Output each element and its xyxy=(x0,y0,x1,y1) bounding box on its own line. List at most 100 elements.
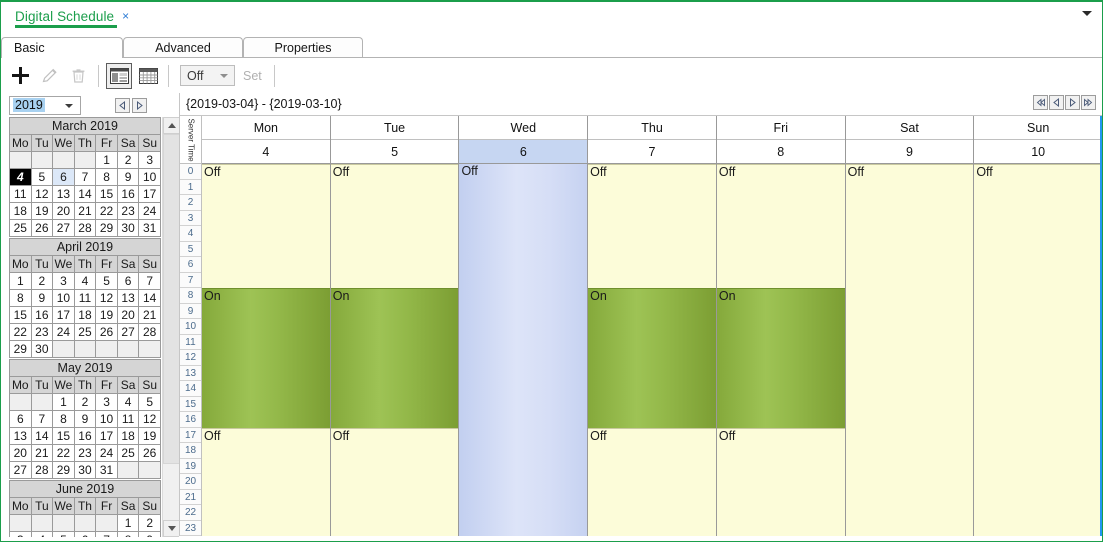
calendar-day-cell[interactable]: 15 xyxy=(9,306,32,324)
calendar-day-cell[interactable]: 2 xyxy=(138,514,161,532)
edit-button[interactable] xyxy=(36,63,62,89)
calendar-day-cell[interactable]: 5 xyxy=(30,168,54,186)
calendar-day-cell[interactable]: 10 xyxy=(95,410,118,428)
day-column-wed[interactable]: Wed 6 Off xyxy=(459,116,589,536)
calendar-day-cell[interactable]: 3 xyxy=(9,531,32,537)
calendar-day-cell[interactable]: 9 xyxy=(138,531,161,537)
calendar-day-cell[interactable]: 13 xyxy=(9,427,32,445)
calendar-day-cell[interactable]: 22 xyxy=(52,444,75,462)
calendar-day-cell[interactable]: 4 xyxy=(73,272,97,290)
calendar-day-cell[interactable]: 3 xyxy=(95,393,118,411)
first-page-button[interactable] xyxy=(1033,95,1048,110)
calendar-day-cell[interactable]: 12 xyxy=(95,289,118,307)
calendar-day-cell[interactable]: 2 xyxy=(30,272,54,290)
calendar-day-cell[interactable]: 23 xyxy=(30,323,54,341)
calendar-day-cell[interactable]: 21 xyxy=(30,444,54,462)
calendar-day-cell[interactable]: 10 xyxy=(52,289,75,307)
schedule-segment-off[interactable]: Off xyxy=(588,164,716,288)
calendar-day-cell[interactable]: 11 xyxy=(73,289,97,307)
tab-advanced[interactable]: Advanced xyxy=(123,37,243,58)
set-button[interactable]: Set xyxy=(238,65,267,86)
schedule-segment-on[interactable]: On xyxy=(588,288,716,428)
calendar-day-cell[interactable]: 30 xyxy=(30,340,54,358)
day-date-header[interactable]: 6 xyxy=(459,140,588,164)
calendar-day-cell[interactable]: 1 xyxy=(9,272,32,290)
day-date-header[interactable]: 7 xyxy=(588,140,716,164)
day-date-header[interactable]: 8 xyxy=(716,140,845,164)
calendar-day-cell[interactable]: 2 xyxy=(116,151,140,169)
calendar-day-cell[interactable]: 19 xyxy=(138,427,161,445)
calendar-day-cell[interactable]: 12 xyxy=(138,410,161,428)
calendar-day-cell[interactable]: 22 xyxy=(95,202,118,220)
calendar-day-cell[interactable]: 6 xyxy=(73,531,97,537)
calendar-day-cell[interactable]: 16 xyxy=(116,185,140,203)
calendar-day-cell[interactable]: 30 xyxy=(73,461,97,479)
calendar-day-cell[interactable]: 27 xyxy=(9,461,32,479)
calendar-day-cell[interactable]: 13 xyxy=(52,185,75,203)
schedule-segment-on[interactable]: On xyxy=(202,288,330,428)
calendar-day-cell[interactable]: 4 xyxy=(30,531,54,537)
day-date-header[interactable]: 4 xyxy=(202,140,330,164)
calendar-day-cell[interactable]: 26 xyxy=(30,219,54,237)
calendar-day-cell[interactable]: 10 xyxy=(138,168,161,186)
calendar-day-cell[interactable]: 28 xyxy=(30,461,54,479)
day-column-tue[interactable]: Tue 5 Off On Off xyxy=(330,116,460,536)
calendar-day-cell[interactable]: 24 xyxy=(95,444,118,462)
calendar-day-cell[interactable]: 31 xyxy=(138,219,161,237)
schedule-segment-off[interactable]: Off xyxy=(845,164,974,536)
day-column-thu[interactable]: Thu 7 Off On Off xyxy=(588,116,717,536)
day-date-header[interactable]: 10 xyxy=(974,140,1102,164)
last-page-button[interactable] xyxy=(1081,95,1096,110)
calendar-day-cell[interactable]: 24 xyxy=(138,202,161,220)
schedule-segment-off[interactable]: Off xyxy=(588,427,716,536)
day-column-sun[interactable]: Sun 10 Off xyxy=(974,116,1102,536)
calendar-day-cell[interactable]: 3 xyxy=(52,272,75,290)
add-button[interactable] xyxy=(7,63,33,89)
calendar-day-cell[interactable]: 20 xyxy=(9,444,32,462)
schedule-segment-off[interactable]: Off xyxy=(202,164,330,288)
calendar-day-cell[interactable]: 27 xyxy=(52,219,75,237)
day-column-sat[interactable]: Sat 9 Off xyxy=(845,116,975,536)
calendar-scrollbar[interactable] xyxy=(162,117,179,537)
schedule-segment-on[interactable]: On xyxy=(716,288,845,428)
calendar-day-cell[interactable]: 28 xyxy=(73,219,97,237)
calendar-day-cell[interactable]: 6 xyxy=(52,168,75,186)
tab-properties[interactable]: Properties xyxy=(243,37,363,58)
calendar-day-cell[interactable]: 29 xyxy=(95,219,118,237)
schedule-segment-off[interactable]: Off xyxy=(716,427,845,536)
calendar-day-cell[interactable]: 14 xyxy=(138,289,161,307)
calendar-day-cell[interactable]: 18 xyxy=(73,306,97,324)
calendar-day-cell[interactable]: 12 xyxy=(30,185,54,203)
calendar-day-cell[interactable]: 27 xyxy=(116,323,140,341)
schedule-segment-off[interactable]: Off xyxy=(330,164,459,288)
document-tab-digital-schedule[interactable]: Digital Schedule × xyxy=(11,4,133,28)
calendar-day-cell[interactable]: 1 xyxy=(52,393,75,411)
calendar-day-cell[interactable]: 8 xyxy=(95,168,118,186)
calendar-day-cell[interactable]: 29 xyxy=(9,340,32,358)
calendar-day-cell[interactable]: 7 xyxy=(73,168,97,186)
calendar-day-cell[interactable]: 25 xyxy=(116,444,140,462)
view-detail-button[interactable] xyxy=(106,62,132,89)
calendar-day-cell[interactable]: 19 xyxy=(95,306,118,324)
calendar-day-cell[interactable]: 7 xyxy=(95,531,118,537)
prev-year-button[interactable] xyxy=(115,97,130,113)
calendar-day-cell[interactable]: 15 xyxy=(52,427,75,445)
calendar-day-cell[interactable]: 11 xyxy=(116,410,140,428)
close-icon[interactable]: × xyxy=(122,10,129,22)
calendar-day-cell[interactable]: 15 xyxy=(95,185,118,203)
calendar-day-cell[interactable]: 1 xyxy=(95,151,118,169)
calendar-day-cell[interactable]: 23 xyxy=(73,444,97,462)
prev-page-button[interactable] xyxy=(1049,95,1064,110)
calendar-day-cell[interactable]: 20 xyxy=(116,306,140,324)
delete-button[interactable] xyxy=(65,63,91,89)
calendar-day-cell[interactable]: 29 xyxy=(52,461,75,479)
schedule-segment-off[interactable]: Off xyxy=(716,164,845,288)
calendar-day-cell[interactable]: 7 xyxy=(138,272,161,290)
calendar-day-cell[interactable]: 5 xyxy=(138,393,161,411)
calendar-day-cell[interactable]: 9 xyxy=(116,168,140,186)
calendar-day-cell[interactable]: 20 xyxy=(52,202,75,220)
calendar-day-cell[interactable]: 21 xyxy=(73,202,97,220)
day-column-mon[interactable]: Mon 4 Off On Off xyxy=(202,116,331,536)
calendar-day-cell[interactable]: 24 xyxy=(52,323,75,341)
schedule-segment-off[interactable]: Off xyxy=(202,427,330,536)
